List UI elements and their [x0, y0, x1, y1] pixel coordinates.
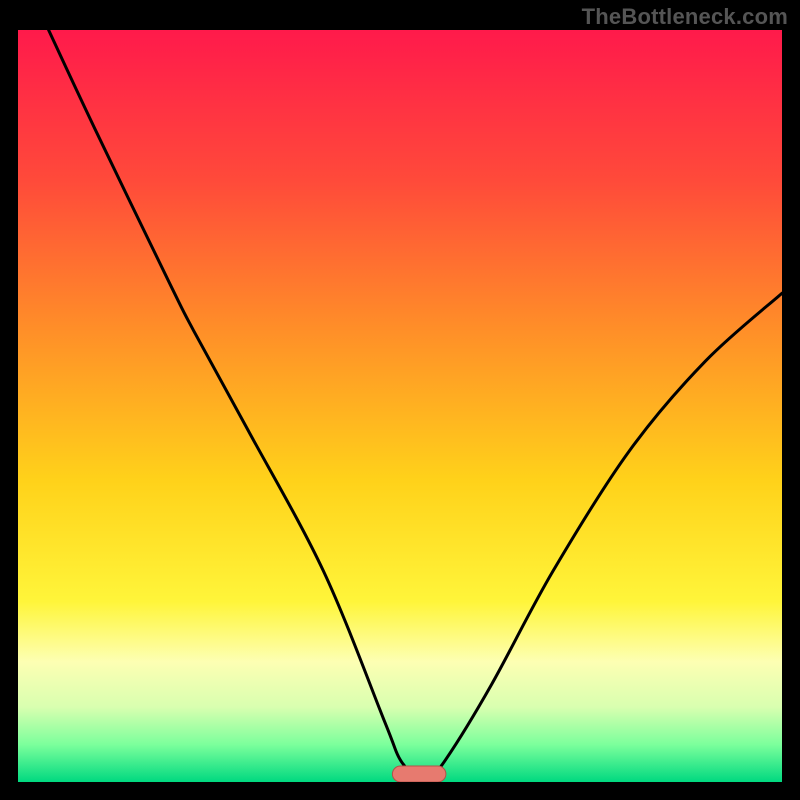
optimal-range-marker	[392, 766, 446, 782]
plot-area	[18, 30, 782, 782]
gradient-background	[18, 30, 782, 782]
chart-frame: TheBottleneck.com	[0, 0, 800, 800]
bottleneck-plot-svg	[18, 30, 782, 782]
watermark-text: TheBottleneck.com	[582, 4, 788, 30]
